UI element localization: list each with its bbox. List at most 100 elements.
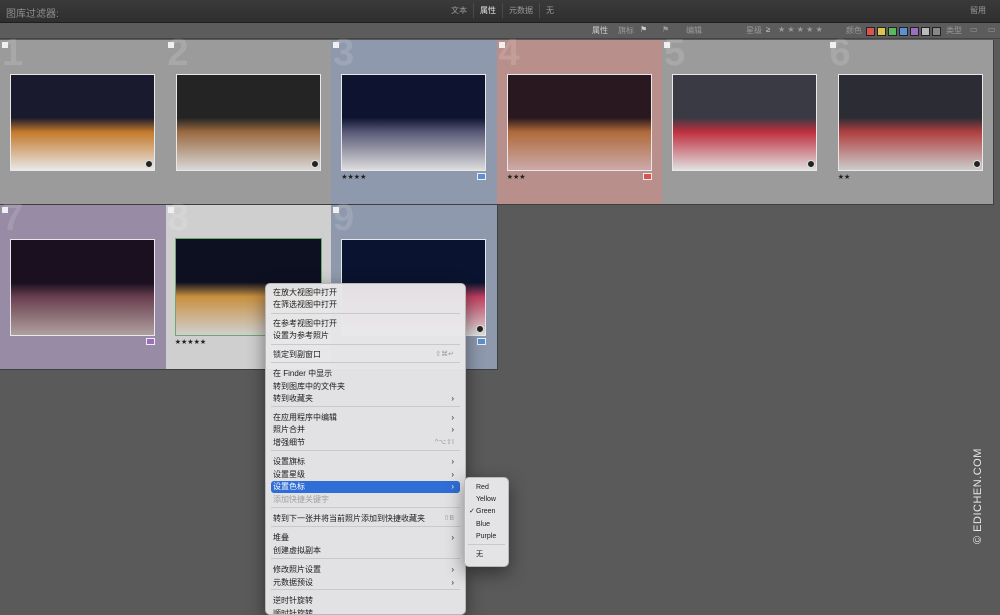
menu-item-label: 在放大视图中打开	[273, 288, 337, 297]
flag-icon[interactable]	[167, 207, 174, 213]
filter-tabs: 文本 属性 元数据 无	[445, 3, 560, 18]
color-option-red[interactable]: Red	[468, 482, 505, 493]
menu-item-open-in-survey[interactable]: 在筛选视图中打开	[271, 299, 460, 311]
menu-item-photo-merge[interactable]: 照片合并 ›	[271, 424, 460, 436]
menu-item-rotate-left[interactable]: 逆时针旋转	[271, 595, 460, 607]
color-option-purple[interactable]: Purple	[468, 531, 505, 542]
flag-label: 旗标	[618, 26, 634, 35]
menu-item-label: 设置旗标	[273, 457, 305, 466]
photo-thumbnail[interactable]	[506, 74, 652, 171]
submenu-chevron-icon: ›	[451, 470, 454, 479]
flag-icon[interactable]	[2, 207, 8, 213]
submenu-chevron-icon: ›	[451, 413, 454, 422]
photo-thumbnail[interactable]	[672, 74, 818, 171]
grid-cell-6[interactable]: 6 ★★	[827, 34, 994, 205]
flag-icon[interactable]	[333, 42, 339, 48]
menu-item-develop-settings[interactable]: 修改照片设置 ›	[271, 564, 460, 576]
menu-item-label: 转到下一张并将当前照片添加到快捷收藏夹	[273, 514, 425, 523]
color-swatch-2[interactable]	[888, 27, 897, 36]
metadata-badge-icon[interactable]	[972, 160, 981, 168]
menu-item-set-rating[interactable]: 设置星级 ›	[271, 469, 460, 481]
submenu-chevron-icon: ›	[451, 533, 454, 542]
tab-attribute[interactable]: 属性	[473, 3, 502, 18]
rating-stars[interactable]: ★ ★ ★ ★ ★	[778, 25, 823, 34]
grid-cell-5[interactable]: 5	[662, 34, 829, 205]
menu-item-open-in-loupe[interactable]: 在放大视图中打开	[271, 287, 460, 299]
color-label-badge	[477, 173, 487, 180]
photo-thumbnail[interactable]	[341, 74, 487, 171]
rating-label: 星级	[746, 26, 762, 35]
flag-icon[interactable]	[664, 42, 670, 48]
menu-item-metadata-presets[interactable]: 元数据预设 ›	[271, 577, 460, 589]
grid-cell-2[interactable]: 2	[165, 34, 332, 205]
color-swatch-1[interactable]	[877, 27, 886, 36]
menu-item-edit-in-application[interactable]: 在应用程序中编辑 ›	[271, 412, 460, 424]
menu-item-label: 创建虚拟副本	[273, 546, 321, 555]
menu-item-label: 添加快捷关键字	[273, 495, 329, 504]
photo-thumbnail[interactable]	[175, 74, 321, 171]
menu-item-label: 堆叠	[273, 533, 289, 542]
menu-item-open-in-reference[interactable]: 在参考视图中打开	[271, 318, 460, 330]
menu-separator	[271, 526, 460, 527]
flag-icon[interactable]	[829, 42, 836, 48]
kind-icons-2[interactable]: ▭	[988, 25, 996, 34]
filter-preset[interactable]: 留用	[970, 5, 986, 16]
color-option-green[interactable]: ✓ Green	[468, 506, 505, 517]
color-label-badge	[642, 173, 652, 180]
library-filter-bar: 图库过滤器: 文本 属性 元数据 无 留用	[0, 0, 1000, 23]
color-swatch-3[interactable]	[899, 27, 908, 36]
flag-icon[interactable]	[498, 42, 505, 48]
watermark-text: © EDICHEN.COM	[972, 448, 984, 544]
photo-thumbnail[interactable]	[10, 239, 156, 336]
menu-item-label: 设置星级	[273, 470, 305, 479]
menu-item-label: 逆时针旋转	[273, 596, 313, 605]
color-option-无[interactable]: 无	[468, 549, 505, 560]
color-option-blue[interactable]: Blue	[468, 519, 505, 530]
menu-item-set-color-label[interactable]: 设置色标 ›	[271, 481, 460, 493]
tab-metadata[interactable]: 元数据	[502, 3, 539, 18]
menu-item-stacking[interactable]: 堆叠 ›	[271, 532, 460, 544]
menu-separator	[271, 589, 460, 590]
grid-cell-7[interactable]: 7	[0, 199, 167, 370]
star-rating: ★★★★★	[174, 339, 207, 346]
menu-item-add-quick-keyword[interactable]: 添加快捷关键字	[271, 494, 460, 506]
menu-item-set-flag[interactable]: 设置旗标 ›	[271, 456, 460, 468]
color-option-label: Purple	[476, 533, 497, 540]
color-swatch-5[interactable]	[921, 27, 930, 36]
menu-item-label: 元数据预设	[273, 578, 313, 587]
grid-cell-3[interactable]: 3 ★★★★	[331, 34, 498, 205]
photo-thumbnail[interactable]	[10, 74, 156, 171]
rating-operator[interactable]: ≥	[766, 25, 770, 34]
check-icon: ✓	[469, 508, 475, 515]
menu-item-create-virtual-copy[interactable]: 创建虚拟副本	[271, 545, 460, 557]
flag-icon[interactable]	[2, 42, 8, 48]
color-swatch-6[interactable]	[932, 27, 941, 36]
star-rating: ★★	[837, 174, 851, 181]
menu-item-go-to-folder[interactable]: 转到图库中的文件夹	[271, 381, 460, 393]
grid-cell-1[interactable]: 1	[0, 34, 167, 205]
menu-item-go-next-add-quick-collection[interactable]: 转到下一张并将当前照片添加到快捷收藏夹 ⇧B	[271, 513, 460, 525]
menu-item-show-in-finder[interactable]: 在 Finder 中显示	[271, 368, 460, 380]
menu-item-enhance-details[interactable]: 增强细节 ^⌥⇧I	[271, 437, 460, 449]
flag-icon[interactable]	[333, 207, 339, 213]
tab-text[interactable]: 文本	[445, 3, 473, 18]
metadata-badge-icon[interactable]	[310, 160, 319, 168]
kind-icons[interactable]: ▭	[970, 25, 978, 34]
flag-pick-icon[interactable]: ⚑	[640, 25, 647, 34]
tab-none[interactable]: 无	[539, 3, 560, 18]
flag-icon[interactable]	[167, 42, 174, 48]
menu-shortcut: ⇧⌘↵	[435, 351, 454, 358]
color-swatch-0[interactable]	[866, 27, 875, 36]
photo-thumbnail[interactable]	[837, 74, 983, 171]
menu-item-rotate-right[interactable]: 顺时针旋转	[271, 608, 460, 614]
menu-item-set-as-reference[interactable]: 设置为参考照片	[271, 330, 460, 342]
menu-item-lock-to-second-window[interactable]: 锁定到副窗口 ⇧⌘↵	[271, 349, 460, 361]
menu-item-label: 在应用程序中编辑	[273, 413, 337, 422]
color-option-yellow[interactable]: Yellow	[468, 494, 505, 505]
menu-item-go-to-collection[interactable]: 转到收藏夹 ›	[271, 393, 460, 405]
color-option-label: 无	[476, 551, 483, 558]
grid-cell-4[interactable]: 4 ★★★	[496, 34, 663, 205]
color-swatches[interactable]	[866, 27, 941, 36]
color-swatch-4[interactable]	[910, 27, 919, 36]
submenu-chevron-icon: ›	[451, 565, 454, 574]
